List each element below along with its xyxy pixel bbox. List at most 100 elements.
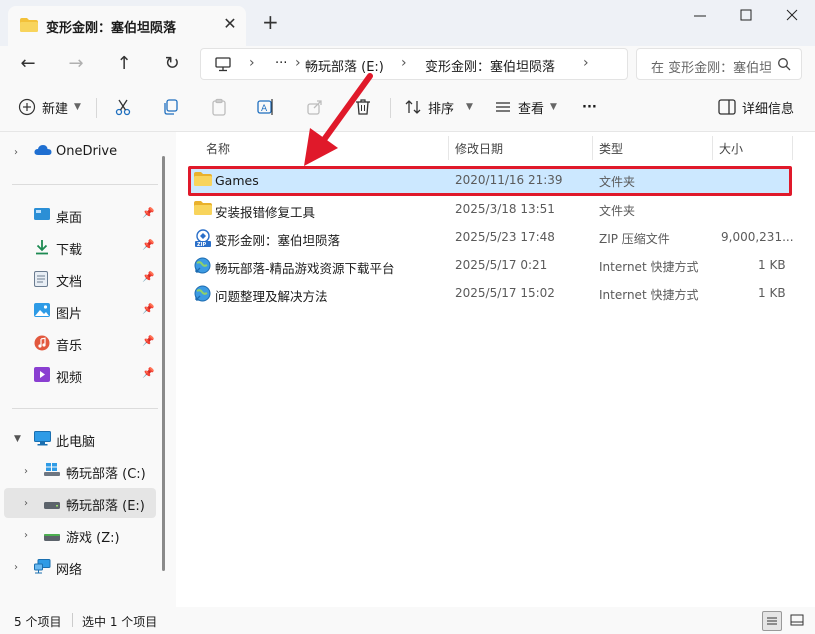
column-divider[interactable] — [592, 136, 593, 160]
column-divider[interactable] — [792, 136, 793, 160]
pin-icon[interactable]: 📌 — [142, 240, 154, 251]
sidebar-item-this-pc[interactable]: ▼ 此电脑 — [4, 424, 156, 454]
pin-icon[interactable]: 📌 — [142, 208, 154, 219]
copy-button[interactable] — [162, 96, 180, 118]
view-button[interactable]: 查看 ▼ — [494, 96, 557, 118]
rename-button[interactable]: A — [257, 96, 275, 118]
cut-button[interactable] — [114, 96, 132, 118]
sidebar-item-drive-z[interactable]: › 游戏 (Z:) — [4, 520, 156, 550]
list-view-icon — [767, 617, 777, 625]
sidebar-item-pictures[interactable]: 图片 📌 — [4, 296, 156, 326]
sidebar-item-music[interactable]: 音乐 📌 — [4, 328, 156, 358]
computer-icon — [34, 431, 51, 450]
address-bar[interactable]: › ··· › 畅玩部落 (E:) › 变形金刚：塞伯坦陨落 › — [200, 48, 628, 80]
sidebar-item-drive-c[interactable]: › 畅玩部落 (C:) — [4, 456, 156, 486]
details-view-button[interactable] — [762, 611, 782, 631]
pin-icon[interactable]: 📌 — [142, 336, 154, 347]
new-button[interactable]: 新建 ▼ — [18, 96, 81, 118]
tiles-view-button[interactable] — [788, 611, 808, 631]
pin-icon[interactable]: 📌 — [142, 368, 154, 379]
toolbar-divider — [390, 98, 391, 118]
sidebar-scrollbar[interactable] — [162, 156, 165, 571]
clipboard-icon — [210, 98, 228, 116]
breadcrumb-chevron-icon[interactable]: › — [401, 55, 407, 71]
status-bar: 5 个项目 选中 1 个项目 — [0, 607, 815, 634]
new-tab-button[interactable]: + — [262, 12, 279, 32]
new-button-label: 新建 — [42, 101, 69, 117]
breadcrumb-overflow[interactable]: ··· — [275, 56, 287, 71]
sidebar-item-onedrive[interactable]: › OneDrive — [4, 137, 156, 167]
file-type: 文件夹 — [599, 175, 636, 189]
table-row[interactable]: 安装报错修复工具 2025/3/18 13:51 文件夹 — [188, 196, 788, 222]
chevron-right-icon[interactable]: › — [24, 498, 28, 509]
file-type: 文件夹 — [599, 204, 636, 218]
details-pane-label: 详细信息 — [742, 101, 795, 117]
sidebar-label: 畅玩部落 (E:) — [66, 499, 145, 514]
maximize-button[interactable] — [726, 4, 766, 28]
refresh-icon[interactable]: ↻ — [158, 52, 186, 76]
column-header-type[interactable]: 类型 — [599, 140, 623, 157]
table-row[interactable]: 问题整理及解决方法 2025/5/17 15:02 Internet 快捷方式 … — [188, 280, 788, 306]
chevron-right-icon[interactable]: › — [14, 562, 18, 573]
svg-text:A: A — [261, 104, 268, 114]
column-header-size[interactable]: 大小 — [719, 140, 743, 157]
pin-icon[interactable]: 📌 — [142, 304, 154, 315]
table-row[interactable]: 畅玩部落-精品游戏资源下载平台 2025/5/17 0:21 Internet … — [188, 252, 788, 278]
details-pane-button[interactable]: 详细信息 — [718, 96, 794, 118]
breadcrumb-folder[interactable]: 变形金刚：塞伯坦陨落 — [425, 56, 555, 75]
close-window-button[interactable] — [772, 4, 812, 28]
chevron-right-icon[interactable]: › — [24, 530, 28, 541]
more-options-button[interactable]: ··· — [582, 96, 597, 118]
chevron-right-icon[interactable]: › — [14, 147, 18, 158]
pin-icon[interactable]: 📌 — [142, 272, 154, 283]
sidebar-item-documents[interactable]: 文档 📌 — [4, 264, 156, 294]
chevron-right-icon[interactable]: › — [24, 466, 28, 477]
file-name: 变形金刚：塞伯坦陨落 — [215, 233, 341, 248]
sidebar-item-videos[interactable]: 视频 📌 — [4, 360, 156, 390]
svg-text:ZIP: ZIP — [197, 242, 206, 247]
minimize-button[interactable] — [680, 4, 720, 28]
breadcrumb-chevron-icon[interactable]: › — [249, 55, 255, 71]
file-size: 9,000,231... — [721, 230, 794, 244]
sidebar-item-network[interactable]: › 网络 — [4, 552, 156, 582]
sidebar-item-drive-e[interactable]: › 畅玩部落 (E:) — [4, 488, 156, 518]
view-label: 查看 — [518, 101, 545, 117]
column-divider[interactable] — [448, 136, 449, 160]
breadcrumb-chevron-icon[interactable]: › — [295, 55, 301, 71]
chevron-down-icon: ▼ — [74, 102, 81, 112]
sort-icon — [404, 98, 422, 116]
sidebar-label: OneDrive — [56, 144, 118, 159]
up-arrow-icon[interactable]: ↑ — [110, 52, 138, 76]
table-row[interactable]: ZIP 变形金刚：塞伯坦陨落 2025/5/23 17:48 ZIP 压缩文件 … — [188, 224, 794, 250]
forward-arrow-icon[interactable]: → — [62, 52, 90, 76]
tiles-view-icon — [790, 614, 804, 626]
column-divider[interactable] — [712, 136, 713, 160]
window-tab[interactable]: 变形金刚：塞伯坦陨落 ✕ — [8, 6, 246, 46]
search-input[interactable]: 在 变形金刚：塞伯坦陨落 中搜索 — [636, 48, 802, 80]
breadcrumb-chevron-icon[interactable]: › — [583, 55, 589, 71]
drive-icon — [44, 531, 60, 546]
search-placeholder: 在 变形金刚：塞伯坦陨落 中搜索 — [651, 61, 771, 76]
details-pane-icon — [718, 99, 736, 115]
file-date: 2020/11/16 21:39 — [455, 173, 563, 187]
column-header-date[interactable]: 修改日期 — [455, 140, 503, 157]
tab-close-button[interactable]: ✕ — [221, 15, 239, 33]
sidebar-item-desktop[interactable]: 桌面 📌 — [4, 200, 156, 230]
file-list: 名称 修改日期 类型 大小 Games 2020/11/16 21:39 文件夹… — [176, 132, 815, 607]
paste-button[interactable] — [210, 96, 228, 118]
annotation-arrow-icon — [304, 73, 373, 166]
status-divider — [72, 613, 73, 627]
file-type: ZIP 压缩文件 — [599, 232, 670, 246]
sidebar-item-downloads[interactable]: 下载 📌 — [4, 232, 156, 262]
column-header-name[interactable]: 名称 — [206, 140, 230, 157]
sidebar-label: 游戏 (Z:) — [66, 531, 120, 546]
sidebar-label: 桌面 — [56, 211, 83, 226]
back-arrow-icon[interactable]: ← — [14, 52, 42, 76]
internet-shortcut-icon — [194, 285, 211, 305]
sort-button[interactable]: 排序 ▼ — [404, 96, 473, 118]
toolbar-divider — [96, 98, 97, 118]
picture-icon — [34, 303, 50, 321]
table-row[interactable]: Games 2020/11/16 21:39 文件夹 — [188, 166, 792, 196]
file-name: 畅玩部落-精品游戏资源下载平台 — [215, 261, 395, 276]
chevron-down-icon[interactable]: ▼ — [14, 434, 21, 444]
